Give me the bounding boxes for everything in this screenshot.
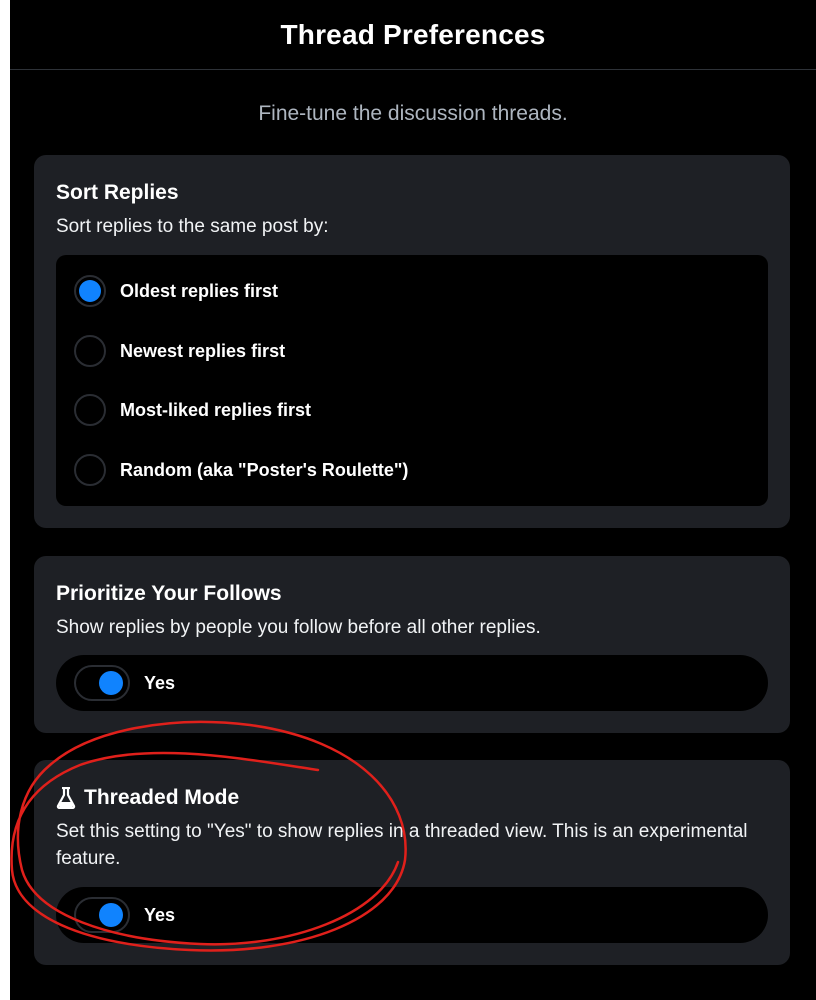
sort-replies-description: Sort replies to the same post by:	[56, 216, 329, 237]
toggle-knob	[99, 903, 123, 927]
thread-preferences-panel: Thread Preferences Fine-tune the discuss…	[10, 0, 816, 1000]
toggle-label: Yes	[144, 672, 176, 693]
radio-label: Random (aka "Poster's Roulette")	[120, 459, 409, 480]
prioritize-follows-title: Prioritize Your Follows	[56, 582, 282, 605]
radio-label: Newest replies first	[120, 340, 286, 361]
prioritize-follows-card: Prioritize Your Follows Show replies by …	[34, 556, 790, 733]
threaded-mode-description: Set this setting to "Yes" to show replie…	[56, 821, 748, 869]
sort-replies-title: Sort Replies	[56, 181, 179, 204]
flask-icon	[56, 787, 76, 809]
toggle-knob	[99, 671, 123, 695]
threaded-mode-heading: Threaded Mode	[56, 786, 768, 810]
page-subtitle: Fine-tune the discussion threads.	[258, 102, 568, 125]
radio-button[interactable]	[74, 335, 106, 367]
sort-replies-card: Sort Replies Sort replies to the same po…	[34, 155, 790, 528]
page-title: Thread Preferences	[280, 18, 546, 50]
radio-button[interactable]	[74, 394, 106, 426]
radio-option-random[interactable]: Random (aka "Poster's Roulette")	[74, 452, 408, 488]
header: Thread Preferences	[10, 0, 816, 70]
radio-label: Most-liked replies first	[120, 399, 312, 420]
radio-option-newest[interactable]: Newest replies first	[74, 333, 285, 369]
threaded-mode-toggle-row[interactable]: Yes	[56, 887, 768, 943]
threaded-mode-toggle[interactable]	[74, 897, 130, 933]
prioritize-follows-description: Show replies by people you follow before…	[56, 617, 541, 638]
sort-options-group: Oldest replies first Newest replies firs…	[56, 255, 768, 506]
prioritize-follows-toggle-row[interactable]: Yes	[56, 655, 768, 711]
radio-option-oldest[interactable]: Oldest replies first	[74, 273, 278, 309]
radio-option-most-liked[interactable]: Most-liked replies first	[74, 392, 311, 428]
threaded-mode-title: Threaded Mode	[84, 786, 240, 809]
threaded-mode-card: Threaded Mode Set this setting to "Yes" …	[34, 760, 790, 965]
toggle-label: Yes	[144, 904, 176, 925]
prioritize-follows-toggle[interactable]	[74, 665, 130, 701]
radio-button[interactable]	[74, 454, 106, 486]
radio-button-selected[interactable]	[74, 275, 106, 307]
radio-label: Oldest replies first	[120, 280, 279, 301]
